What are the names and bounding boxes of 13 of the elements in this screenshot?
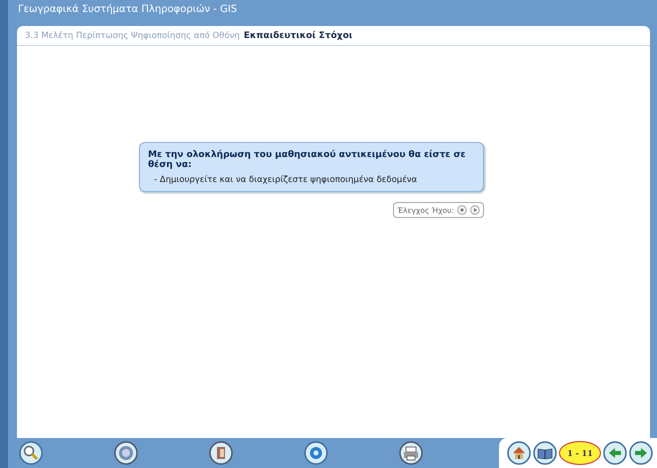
objectives-heading: Με την ολοκλήρωση του μαθησιακού αντικειμένου θα είστε σε θέση να: — [148, 150, 466, 170]
sound-off-icon[interactable] — [470, 205, 480, 215]
book-icon[interactable] — [533, 441, 557, 465]
sound-on-icon[interactable] — [457, 205, 467, 215]
book-icon[interactable] — [209, 441, 233, 465]
print-icon[interactable] — [399, 441, 423, 465]
home-icon[interactable] — [507, 441, 531, 465]
page-indicator: 1 - 11 — [559, 441, 601, 465]
page-title: Εκπαιδευτικοί Στόχοι — [244, 31, 352, 41]
objective-item: - Δημιουργείτε και να διαχειρίζεστε ψηφιοποιημένα δεδομένα — [153, 175, 418, 185]
section-title: 3.3 Μελέτη Περίπτωσης Ψηφιοποίησης από Οθόνη — [25, 31, 240, 41]
search-icon[interactable] — [19, 441, 43, 465]
window-title: Γεωγραφικά Συστήματα Πληροφοριών - GIS — [17, 3, 238, 17]
